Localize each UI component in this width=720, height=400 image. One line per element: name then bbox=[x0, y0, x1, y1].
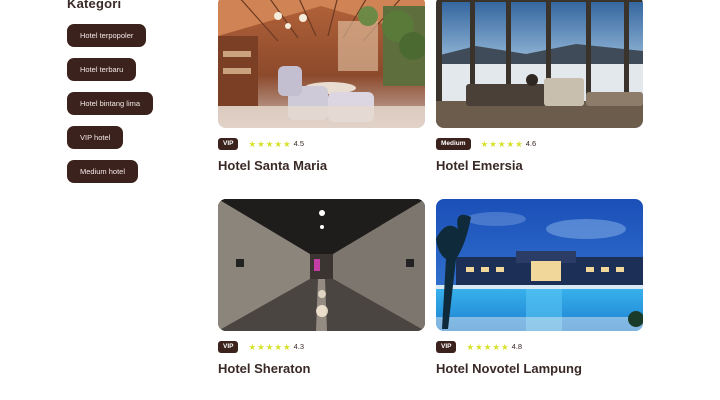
hotel-meta: VIP ★ ★ ★ ★ ★ 4.8 bbox=[436, 341, 643, 353]
star-rating: ★ ★ ★ ★ ★ 4.8 bbox=[466, 341, 522, 353]
hotel-meta: Medium ★ ★ ★ ★ ★ 4.6 bbox=[436, 138, 643, 150]
category-title: Kategori bbox=[67, 0, 122, 11]
star-icon: ★ bbox=[248, 139, 257, 149]
hotel-card[interactable]: VIP ★ ★ ★ ★ ★ 4.5 Hotel Santa Maria bbox=[218, 0, 425, 174]
hotel-name[interactable]: Hotel Novotel Lampung bbox=[436, 361, 643, 377]
hotel-meta: VIP ★ ★ ★ ★ ★ 4.3 bbox=[218, 341, 425, 353]
hotel-photo-emersia[interactable] bbox=[436, 0, 643, 128]
star-icon: ★ bbox=[480, 139, 489, 149]
hotel-badge: VIP bbox=[218, 341, 239, 353]
star-icon: ★ bbox=[492, 342, 500, 352]
hotel-card[interactable]: VIP ★ ★ ★ ★ ★ 4.3 Hotel Sheraton bbox=[218, 199, 425, 377]
star-icon: ★ bbox=[506, 139, 515, 149]
category-vip-button[interactable]: VIP hotel bbox=[67, 126, 124, 149]
star-icon: ★ bbox=[515, 139, 523, 149]
star-rating: ★ ★ ★ ★ ★ 4.3 bbox=[248, 341, 304, 353]
rating-value: 4.3 bbox=[293, 342, 305, 351]
star-rating: ★ ★ ★ ★ ★ 4.6 bbox=[481, 138, 537, 150]
hotel-badge: VIP bbox=[218, 138, 239, 150]
star-icon: ★ bbox=[274, 342, 282, 352]
rating-value: 4.5 bbox=[293, 139, 305, 148]
hotel-photo-santa-maria[interactable] bbox=[218, 0, 425, 128]
hotel-meta: VIP ★ ★ ★ ★ ★ 4.5 bbox=[218, 138, 425, 150]
star-rating: ★ ★ ★ ★ ★ 4.5 bbox=[248, 138, 304, 150]
hotel-photo-sheraton[interactable] bbox=[218, 199, 425, 331]
category-popular-button[interactable]: Hotel terpopoler bbox=[67, 24, 147, 47]
hotel-card[interactable]: VIP ★ ★ ★ ★ ★ 4.8 Hotel Novotel Lampung bbox=[436, 199, 643, 377]
category-medium-button[interactable]: Medium hotel bbox=[67, 160, 139, 183]
category-sidebar: Kategori Hotel terpopoler Hotel terbaru … bbox=[67, 0, 197, 194]
hotel-name[interactable]: Hotel Santa Maria bbox=[218, 158, 425, 174]
star-icon: ★ bbox=[497, 139, 506, 149]
star-icon: ★ bbox=[500, 342, 509, 352]
hotel-badge: Medium bbox=[436, 138, 471, 150]
hotel-badge: VIP bbox=[436, 341, 457, 353]
star-icon: ★ bbox=[265, 139, 274, 149]
star-icon: ★ bbox=[274, 139, 282, 149]
hotel-card[interactable]: Medium ★ ★ ★ ★ ★ 4.6 Hotel Emersia bbox=[436, 0, 643, 174]
star-icon: ★ bbox=[282, 342, 291, 352]
star-icon: ★ bbox=[466, 342, 475, 352]
rating-value: 4.6 bbox=[525, 139, 537, 148]
rating-value: 4.8 bbox=[511, 342, 523, 351]
star-icon: ★ bbox=[257, 342, 265, 352]
category-newest-button[interactable]: Hotel terbaru bbox=[67, 58, 137, 81]
star-icon: ★ bbox=[489, 139, 497, 149]
hotel-name[interactable]: Hotel Sheraton bbox=[218, 361, 425, 377]
category-five-star-button[interactable]: Hotel bintang lima bbox=[67, 92, 154, 115]
star-icon: ★ bbox=[257, 139, 265, 149]
hotel-name[interactable]: Hotel Emersia bbox=[436, 158, 643, 174]
star-icon: ★ bbox=[282, 139, 291, 149]
star-icon: ★ bbox=[475, 342, 483, 352]
star-icon: ★ bbox=[483, 342, 492, 352]
star-icon: ★ bbox=[265, 342, 274, 352]
hotel-photo-novotel-lampung[interactable] bbox=[436, 199, 643, 331]
star-icon: ★ bbox=[248, 342, 257, 352]
